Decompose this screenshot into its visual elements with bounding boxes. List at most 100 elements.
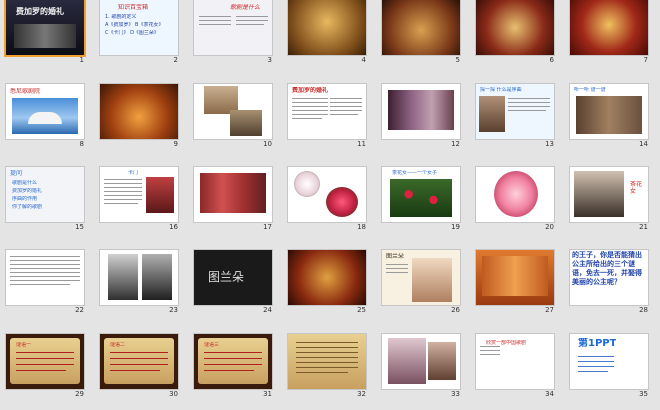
slide-10[interactable]: 10 (188, 84, 274, 150)
slide-28-thumb[interactable]: 的王子，你是否能猜出公主所给出的三个谜语，免去一死，并娶得美丽的公主呢？ (570, 250, 648, 305)
slide-4[interactable]: 4 (282, 0, 368, 66)
slide-33[interactable]: 33 (376, 334, 462, 400)
slide-29-thumb[interactable]: 谜语一 (6, 334, 84, 389)
slide-20[interactable]: 20 (470, 167, 556, 233)
slide-number: 26 (451, 306, 460, 314)
text-line (508, 110, 546, 111)
slide-17-thumb[interactable] (194, 167, 272, 222)
slide-28[interactable]: 的王子，你是否能猜出公主所给出的三个谜语，免去一死，并娶得美丽的公主呢？ 28 (564, 250, 650, 316)
slide-18-thumb[interactable] (288, 167, 366, 222)
slide-15-thumb[interactable]: 提问 歌剧是什么 费加罗的婚礼 序曲的作用 你了解的歌剧 (6, 167, 84, 222)
slide-19-thumb[interactable]: 茶花女——一个女子 (382, 167, 460, 222)
slide-24-thumb[interactable]: 图兰朵 (194, 250, 272, 305)
text-line (296, 342, 358, 343)
slide-23[interactable]: 23 (94, 250, 180, 316)
slide-32-thumb[interactable] (288, 334, 366, 389)
slide-31[interactable]: 谜语三 31 (188, 334, 274, 400)
slide-3[interactable]: 歌剧是什么 3 (188, 0, 274, 66)
slide-34[interactable]: 欣赏一部中国歌剧 34 (470, 334, 556, 400)
slide-7[interactable]: 7 (564, 0, 650, 66)
slide-34-thumb[interactable]: 欣赏一部中国歌剧 (476, 334, 554, 389)
slide-number: 32 (357, 390, 366, 398)
slide-18[interactable]: 18 (282, 167, 368, 233)
text-line (16, 364, 74, 365)
slide-14[interactable]: 听一听 谱一谱 14 (564, 84, 650, 150)
stage-photo-image (388, 338, 426, 384)
slide-30[interactable]: 谜语二 30 (94, 334, 180, 400)
slide-15[interactable]: 提问 歌剧是什么 费加罗的婚礼 序曲的作用 你了解的歌剧 15 (0, 167, 86, 233)
slide-2-thumb[interactable]: 知识百宝箱 1. 歌剧的定义 A《费加罗》 B《茶花女》 C《卡门》 D《图兰朵… (100, 0, 178, 55)
slide-21[interactable]: 茶花女 21 (564, 167, 650, 233)
slide-1[interactable]: 费加罗的婚礼 1 (0, 0, 86, 66)
text-line (110, 364, 168, 365)
slide-9[interactable]: 9 (94, 84, 180, 150)
opera-house-shell (28, 112, 62, 124)
slide-8[interactable]: 悉尼歌剧院 8 (0, 84, 86, 150)
slide-25-thumb[interactable] (288, 250, 366, 305)
text-line (508, 98, 550, 99)
slide-16[interactable]: 卡门 16 (94, 167, 180, 233)
slide-19[interactable]: 茶花女——一个女子 19 (376, 167, 462, 233)
slide-27-thumb[interactable] (476, 250, 554, 305)
slide-35-thumb[interactable]: 第1PPT (570, 334, 648, 389)
slide-8-thumb[interactable]: 悉尼歌剧院 (6, 84, 84, 139)
slide-26[interactable]: 图兰朵 26 (376, 250, 462, 316)
white-camellia-image (294, 171, 320, 197)
slide-5[interactable]: 5 (376, 0, 462, 66)
slide-number: 31 (263, 390, 272, 398)
text-line (110, 370, 160, 371)
slide-7-thumb[interactable] (570, 0, 648, 55)
slide-1-thumb[interactable]: 费加罗的婚礼 (6, 0, 84, 55)
slide-20-thumb[interactable] (476, 167, 554, 222)
text-line (10, 280, 80, 281)
slide-3-thumb[interactable]: 歌剧是什么 (194, 0, 272, 55)
slide-13-thumb[interactable]: 探一探 什么是序曲 (476, 84, 554, 139)
text-line (480, 346, 500, 347)
slide-33-thumb[interactable] (382, 334, 460, 389)
slide-6-thumb[interactable] (476, 0, 554, 55)
slide-number: 19 (451, 223, 460, 231)
slide-10-thumb[interactable] (194, 84, 272, 139)
slide-13[interactable]: 探一探 什么是序曲 13 (470, 84, 556, 150)
slide-number: 20 (545, 223, 554, 231)
slide-11-thumb[interactable]: 费加罗的婚礼 (288, 84, 366, 139)
slide-16-thumb[interactable]: 卡门 (100, 167, 178, 222)
text-line (16, 358, 74, 359)
slide-30-thumb[interactable]: 谜语二 (100, 334, 178, 389)
slide-line: 歌剧是什么 (12, 180, 38, 186)
slide-title: 知识百宝箱 (118, 4, 149, 11)
slide-22-thumb[interactable] (6, 250, 84, 305)
slide-24[interactable]: 图兰朵 24 (188, 250, 274, 316)
slide-23-thumb[interactable] (100, 250, 178, 305)
slide-31-thumb[interactable]: 谜语三 (194, 334, 272, 389)
slide-6[interactable]: 6 (470, 0, 556, 66)
slide-22[interactable]: 22 (0, 250, 86, 316)
slide-12-thumb[interactable] (382, 84, 460, 139)
bw-photo-image (108, 254, 138, 300)
slide-17[interactable]: 17 (188, 167, 274, 233)
slide-32[interactable]: 32 (282, 334, 368, 400)
text-line (296, 367, 358, 368)
text-line (578, 356, 614, 357)
text-line (292, 114, 328, 115)
slide-number: 28 (639, 306, 648, 314)
text-line (292, 118, 322, 119)
slide-35[interactable]: 第1PPT 35 (564, 334, 650, 400)
slide-12[interactable]: 12 (376, 84, 462, 150)
slide-21-thumb[interactable]: 茶花女 (570, 167, 648, 222)
slide-11[interactable]: 费加罗的婚礼 11 (282, 84, 368, 150)
slide-14-thumb[interactable]: 听一听 谱一谱 (570, 84, 648, 139)
slide-26-thumb[interactable]: 图兰朵 (382, 250, 460, 305)
slide-27[interactable]: 27 (470, 250, 556, 316)
text-line (296, 352, 358, 353)
slide-5-thumb[interactable] (382, 0, 460, 55)
text-line (236, 24, 264, 25)
slide-number: 17 (263, 223, 272, 231)
slide-4-thumb[interactable] (288, 0, 366, 55)
red-camellia-image (326, 187, 358, 217)
slide-29[interactable]: 谜语一 29 (0, 334, 86, 400)
slide-number: 5 (455, 56, 460, 64)
slide-9-thumb[interactable] (100, 84, 178, 139)
slide-2[interactable]: 知识百宝箱 1. 歌剧的定义 A《费加罗》 B《茶花女》 C《卡门》 D《图兰朵… (94, 0, 180, 66)
slide-25[interactable]: 25 (282, 250, 368, 316)
